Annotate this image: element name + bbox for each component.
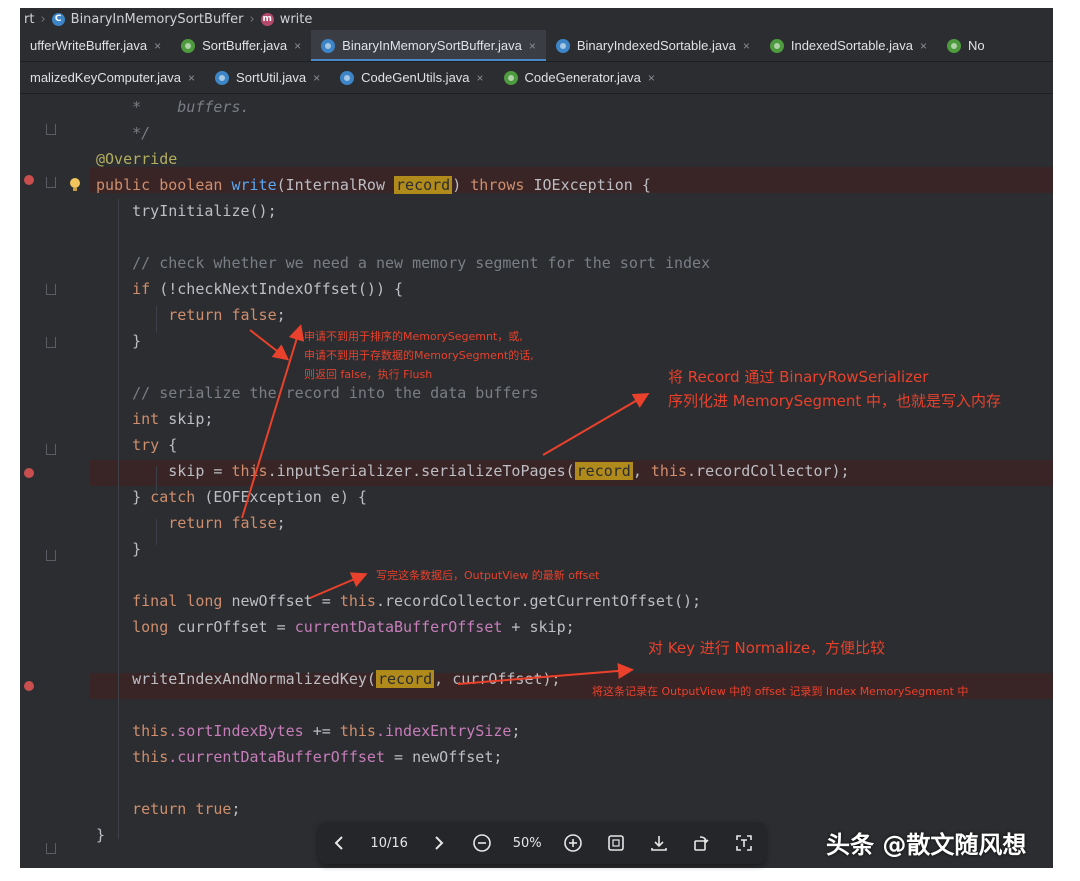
selected-identifier: record [394,176,453,194]
previous-page-icon[interactable] [327,829,351,857]
tab-label: No [968,38,985,53]
tab-label: CodeGenUtils.java [361,70,470,85]
tab-sortutil[interactable]: SortUtil.java × [205,62,330,93]
zoom-in-icon[interactable] [561,829,585,857]
annotation-serialize-note: 将 Record 通过 BinaryRowSerializer 序列化进 Mem… [668,368,1002,410]
tab-label: BinaryIndexedSortable.java [576,38,736,53]
tab-label: BinaryInMemorySortBuffer.java [342,38,522,53]
code-editor[interactable]: * buffers. */ @Override public boolean wri… [20,94,1053,868]
code-line: this.sortIndexBytes += this.indexEntrySi… [132,722,521,740]
lightbulb-icon[interactable] [68,177,82,193]
tab-sortbufferwritebuffer[interactable]: ufferWriteBuffer.java × [20,30,171,61]
chevron-right-icon: › [40,11,46,27]
code-text[interactable]: * buffers. */ @Override public boolean wri… [96,94,850,848]
code-line-write-signature: public boolean write(InternalRow record)… [96,176,651,194]
fold-marker-icon[interactable] [46,550,56,561]
annotation-index-note: 将这条记录在 OutputView 中的 offset 记录到 Index Me… [592,685,969,698]
code-line: @Override [96,150,178,168]
tab-label: malizedKeyComputer.java [30,70,182,85]
watermark: 头条 @散文随风想 [826,831,1027,859]
next-page-icon[interactable] [427,829,451,857]
code-line: return true; [132,800,241,818]
code-line: // check whether we need a new memory se… [132,254,711,272]
close-icon[interactable]: × [154,39,161,53]
fold-marker-icon[interactable] [46,843,56,854]
close-icon[interactable]: × [313,71,320,85]
tab-label: SortBuffer.java [202,38,288,53]
rotate-icon[interactable] [689,829,713,857]
chevron-right-icon: › [249,11,255,27]
close-icon[interactable]: × [529,39,536,53]
code-line-new-offset: final long newOffset = this.recordCollec… [132,592,702,610]
fold-marker-icon[interactable] [46,124,56,135]
download-icon[interactable] [647,829,671,857]
breadcrumb-method[interactable]: write [280,12,313,27]
code-line: */ [96,124,151,142]
breakpoint-icon[interactable] [24,175,34,185]
code-line: } catch (EOFException e) { [132,488,367,506]
zoom-out-icon[interactable] [470,829,494,857]
tab-binaryinmemorysortbuffer[interactable]: BinaryInMemorySortBuffer.java × [311,30,546,61]
tab-indexedsortable[interactable]: IndexedSortable.java × [760,30,937,61]
breadcrumb: rt › C BinaryInMemorySortBuffer › m writ… [20,8,1053,30]
tab-binaryindexedsortable[interactable]: BinaryIndexedSortable.java × [546,30,760,61]
code-line: if (!checkNextIndexOffset()) { [132,280,404,298]
tab-label: ufferWriteBuffer.java [30,38,148,53]
breakpoint-icon[interactable] [24,468,34,478]
selected-identifier: record [375,670,435,688]
fit-page-icon[interactable] [604,829,628,857]
code-line: tryInitialize(); [132,202,277,220]
close-icon[interactable]: × [477,71,484,85]
annotation-normalize-note: 对 Key 进行 Normalize，方便比较 [648,639,886,657]
editor-gutter[interactable] [20,94,90,868]
zoom-level[interactable]: 50% [513,829,542,857]
annotation-offset-note: 写完这条数据后，OutputView 的最新 offset [376,569,600,582]
tab-normalizedkeycomputer[interactable]: malizedKeyComputer.java × [20,62,205,93]
code-line: * buffers. [132,98,250,116]
class-icon [321,38,336,53]
breadcrumb-part[interactable]: rt [24,12,34,27]
text-recognition-icon[interactable] [732,829,756,857]
code-line: } [132,540,142,558]
code-line: return false; [168,306,286,324]
fold-marker-icon[interactable] [46,444,56,455]
code-line: this.currentDataBufferOffset = newOffset… [132,748,503,766]
tab-label: SortUtil.java [236,70,307,85]
fold-marker-icon[interactable] [46,337,56,348]
class-icon [215,70,230,85]
page-indicator[interactable]: 10/16 [370,829,407,857]
tab-no[interactable]: No [937,30,995,61]
interface-icon [181,38,196,53]
editor-tabs-row-2: malizedKeyComputer.java × SortUtil.java … [20,62,1053,94]
ide-window: rt › C BinaryInMemorySortBuffer › m writ… [20,8,1053,868]
tab-codegenutils[interactable]: CodeGenUtils.java × [330,62,493,93]
code-line-serialize: skip = this.inputSerializer.serializeToP… [168,462,850,480]
class-icon [340,70,355,85]
close-icon[interactable]: × [648,71,655,85]
close-icon[interactable]: × [920,39,927,53]
fold-marker-icon[interactable] [46,284,56,295]
tab-codegenerator[interactable]: CodeGenerator.java × [494,62,665,93]
method-icon: m [260,12,274,26]
annotation-flush-note: 申请不到用于排序的MemorySegemnt，或, 申请不到用于存数据的Memo… [304,330,534,381]
interface-icon [769,38,784,53]
breadcrumb-class[interactable]: BinaryInMemorySortBuffer [71,12,244,27]
interface-icon [947,38,962,53]
selected-identifier: record [574,462,633,480]
pdf-viewer-toolbar: 10/16 50% [318,822,766,864]
class-icon: C [51,12,65,26]
editor-tabs-row-1: ufferWriteBuffer.java × SortBuffer.java … [20,30,1053,62]
breakpoint-icon[interactable] [24,681,34,691]
code-line: try { [132,436,178,454]
tab-label: CodeGenerator.java [524,70,641,85]
fold-marker-icon[interactable] [46,177,56,188]
close-icon[interactable]: × [294,39,301,53]
code-line: return false; [168,514,286,532]
tab-label: IndexedSortable.java [790,38,914,53]
class-icon [555,38,570,53]
close-icon[interactable]: × [188,71,195,85]
close-icon[interactable]: × [743,39,750,53]
tab-sortbuffer[interactable]: SortBuffer.java × [171,30,311,61]
interface-icon [503,70,518,85]
